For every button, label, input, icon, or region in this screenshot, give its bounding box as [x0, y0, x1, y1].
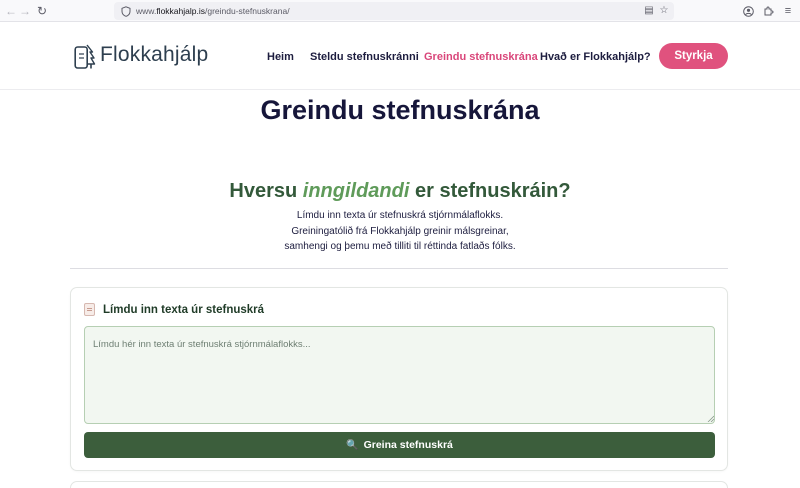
clipboard-icon — [84, 303, 95, 316]
results-card — [70, 481, 728, 488]
reload-icon[interactable]: ↻ — [34, 3, 50, 19]
extensions-icon[interactable] — [760, 3, 776, 19]
browser-toolbar: ← → ↻ www.flokkahjalp.is/greindu-stefnus… — [0, 0, 800, 22]
resize-grip-icon[interactable] — [707, 415, 714, 422]
donate-button[interactable]: Styrkja — [659, 43, 728, 69]
analyze-button-label: Greina stefnuskrá — [363, 439, 453, 451]
page-title: Greindu stefnuskrána — [260, 95, 540, 125]
magnifier-icon: 🔍 — [346, 439, 359, 451]
hero-description: Límdu inn texta úr stefnuskrá stjórnmála… — [200, 208, 600, 255]
nav-compare-programs[interactable]: Steldu stefnuskránni — [310, 50, 419, 64]
hero-desc-line-2: Greiningatólið frá Flokkahjálp greinir m… — [291, 225, 509, 237]
hero-heading-pre: Hversu — [229, 180, 298, 202]
input-card: Límdu inn texta úr stefnuskrá 🔍 Greina s… — [70, 287, 728, 471]
reader-view-icon[interactable]: ▤ — [642, 3, 656, 19]
menu-icon[interactable]: ≡ — [780, 3, 796, 19]
analyze-button[interactable]: 🔍 Greina stefnuskrá — [84, 432, 715, 458]
address-bar[interactable]: www.flokkahjalp.is/greindu-stefnuskrana/… — [114, 2, 674, 20]
hero-heading: Hversu inngildandi er stefnuskráin? — [0, 178, 800, 204]
site-header: Flokkahjálp Heim Steldu stefnuskránni Gr… — [0, 23, 800, 90]
hero-heading-emphasis: inngildandi — [302, 180, 410, 202]
nav-about[interactable]: Hvað er Flokkahjálp? — [540, 50, 651, 64]
logo-icon — [74, 44, 96, 69]
hero-heading-post: er stefnuskráin? — [414, 180, 571, 202]
forward-arrow-icon[interactable]: → — [17, 3, 33, 19]
account-icon[interactable] — [740, 3, 756, 19]
card-header: Límdu inn texta úr stefnuskrá — [84, 303, 264, 316]
logo[interactable]: Flokkahjálp — [74, 40, 208, 70]
nav-home[interactable]: Heim — [267, 50, 294, 64]
logo-text: Flokkahjálp — [100, 43, 209, 66]
card-title: Límdu inn texta úr stefnuskrá — [103, 303, 265, 316]
hero-desc-line-1: Límdu inn texta úr stefnuskrá stjórnmála… — [296, 210, 504, 221]
nav-analyze-program[interactable]: Greindu stefnuskrána — [424, 50, 538, 64]
bookmark-star-icon[interactable]: ☆ — [657, 3, 671, 19]
shield-icon[interactable] — [121, 3, 131, 19]
section-divider — [70, 268, 728, 269]
hero-desc-line-3: samhengi og þemu með tilliti til réttind… — [284, 241, 516, 252]
program-text-input[interactable] — [84, 326, 715, 424]
url-text[interactable]: www.flokkahjalp.is/greindu-stefnuskrana/ — [136, 2, 290, 20]
